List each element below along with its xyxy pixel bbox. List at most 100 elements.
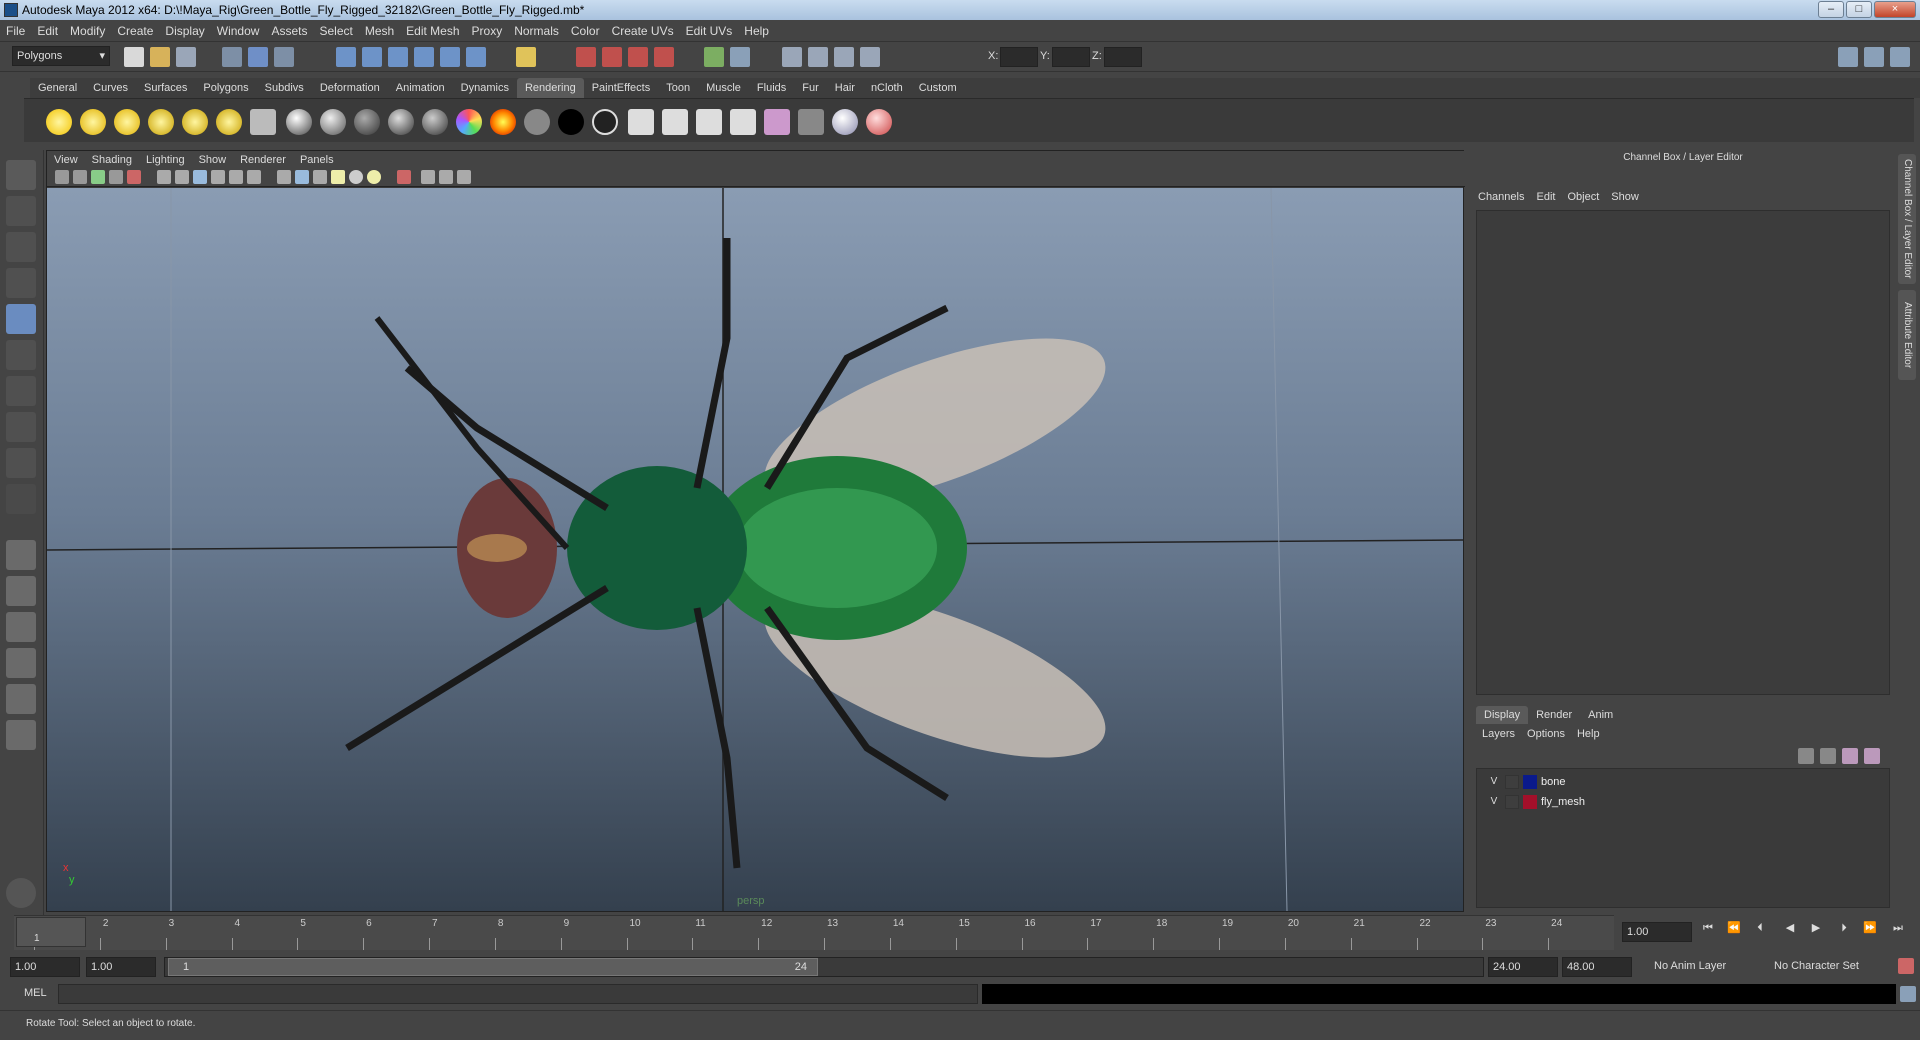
shelf-tab-polygons[interactable]: Polygons	[195, 78, 256, 98]
shelf-tab-toon[interactable]: Toon	[658, 78, 698, 98]
vp-menu-shading[interactable]: Shading	[85, 151, 139, 169]
wireframe-icon[interactable]	[157, 170, 171, 184]
camera-attributes-icon[interactable]	[73, 170, 87, 184]
shelf-tab-fur[interactable]: Fur	[794, 78, 827, 98]
safe-title-icon[interactable]	[457, 170, 471, 184]
step-back-key-icon[interactable]: ⏪	[1726, 921, 1742, 935]
shelf-tab-deformation[interactable]: Deformation	[312, 78, 388, 98]
isolate-select-icon[interactable]	[277, 170, 291, 184]
quick-layout-icon[interactable]	[6, 878, 36, 908]
spot-light-icon[interactable]	[148, 109, 174, 135]
bookmark-icon[interactable]	[91, 170, 105, 184]
menu-edit-mesh[interactable]: Edit Mesh	[400, 20, 465, 42]
safe-action-icon[interactable]	[439, 170, 453, 184]
motion-blur-icon[interactable]	[367, 170, 381, 184]
universal-manipulator-icon[interactable]	[6, 376, 36, 406]
le-menu-options[interactable]: Options	[1521, 725, 1571, 743]
phong-material-icon[interactable]	[388, 109, 414, 135]
scale-tool-icon[interactable]	[6, 340, 36, 370]
four-view-layout-icon[interactable]	[6, 576, 36, 606]
light-toggle-icon[interactable]	[331, 170, 345, 184]
play-backward-icon[interactable]: ◀	[1782, 921, 1798, 935]
menu-edit[interactable]: Edit	[31, 20, 64, 42]
numeric-input-icon[interactable]	[860, 47, 880, 67]
hypershade-shelf-icon[interactable]	[764, 109, 790, 135]
new-empty-layer-icon[interactable]	[1842, 748, 1858, 764]
menu-proxy[interactable]: Proxy	[466, 20, 509, 42]
z-field[interactable]	[1104, 47, 1142, 67]
shelf-tab-ncloth[interactable]: nCloth	[863, 78, 911, 98]
shelf-tab-animation[interactable]: Animation	[388, 78, 453, 98]
grid-toggle-icon[interactable]	[127, 170, 141, 184]
move-layer-up-icon[interactable]	[1798, 748, 1814, 764]
character-set-dropdown[interactable]: No Character Set	[1770, 957, 1890, 977]
script-editor-button-icon[interactable]	[1900, 986, 1916, 1002]
layer-visibility[interactable]: V	[1487, 775, 1501, 789]
layered-shader-icon[interactable]	[250, 109, 276, 135]
menu-file[interactable]: File	[0, 20, 31, 42]
menu-color[interactable]: Color	[565, 20, 606, 42]
relative-transform-icon[interactable]	[782, 47, 802, 67]
shelf-tab-custom[interactable]: Custom	[911, 78, 965, 98]
new-scene-icon[interactable]	[124, 47, 144, 67]
menu-help[interactable]: Help	[738, 20, 775, 42]
shelf-tab-fluids[interactable]: Fluids	[749, 78, 794, 98]
wireframe-on-shaded-icon[interactable]	[193, 170, 207, 184]
open-scene-icon[interactable]	[150, 47, 170, 67]
textured-icon[interactable]	[211, 170, 225, 184]
step-forward-key-icon[interactable]: ⏩	[1862, 921, 1878, 935]
menu-create[interactable]: Create	[111, 20, 159, 42]
save-scene-icon[interactable]	[176, 47, 196, 67]
menu-mesh[interactable]: Mesh	[359, 20, 400, 42]
single-perspective-layout-icon[interactable]	[6, 540, 36, 570]
vp-menu-panels[interactable]: Panels	[293, 151, 341, 169]
script-editor-icon[interactable]	[730, 47, 750, 67]
snap-curve-icon[interactable]	[362, 47, 382, 67]
select-object-icon[interactable]	[248, 47, 268, 67]
cb-menu-show[interactable]: Show	[1605, 188, 1645, 206]
current-time-marker[interactable]	[16, 917, 86, 947]
last-tool-icon[interactable]	[6, 484, 36, 514]
layer-visibility[interactable]: V	[1487, 795, 1501, 809]
show-manipulator-icon[interactable]	[6, 448, 36, 478]
layer-row[interactable]: V bone	[1477, 773, 1889, 791]
black-shader-icon[interactable]	[558, 109, 584, 135]
time-ruler[interactable]: 123456789101112131415161718192021222324	[14, 915, 1614, 950]
anim-layer-dropdown[interactable]: No Anim Layer	[1650, 957, 1760, 977]
tab-display[interactable]: Display	[1476, 706, 1529, 724]
snap-grid-icon[interactable]	[336, 47, 356, 67]
step-back-frame-icon[interactable]: ⏴	[1752, 921, 1768, 935]
blinn-material-icon[interactable]	[320, 109, 346, 135]
go-to-end-icon[interactable]: ⏭	[1890, 921, 1906, 935]
menu-window[interactable]: Window	[211, 20, 266, 42]
playback-start-field[interactable]: 1.00	[86, 957, 156, 977]
snap-view-plane-icon[interactable]	[414, 47, 434, 67]
show-channel-box-icon[interactable]	[1890, 47, 1910, 67]
shelf-tab-subdivs[interactable]: Subdivs	[257, 78, 312, 98]
cb-menu-object[interactable]: Object	[1561, 188, 1605, 206]
step-forward-frame-icon[interactable]: ⏵	[1836, 921, 1852, 935]
animation-start-field[interactable]: 1.00	[10, 957, 80, 977]
menu-assets[interactable]: Assets	[265, 20, 313, 42]
assign-material-icon[interactable]	[832, 109, 858, 135]
image-plane-icon[interactable]	[109, 170, 123, 184]
phonge-material-icon[interactable]	[422, 109, 448, 135]
shelf-tab-rendering[interactable]: Rendering	[516, 78, 584, 98]
channel-box-side-tab[interactable]: Channel Box / Layer Editor	[1898, 154, 1916, 284]
x-field[interactable]	[1000, 47, 1038, 67]
menu-edit-uvs[interactable]: Edit UVs	[680, 20, 739, 42]
absolute-transform-icon[interactable]	[808, 47, 828, 67]
select-camera-icon[interactable]	[55, 170, 69, 184]
render-settings-shelf-icon[interactable]	[696, 109, 722, 135]
ipr-render-shelf-icon[interactable]	[662, 109, 688, 135]
ambient-light-icon[interactable]	[46, 109, 72, 135]
rotate-tool-icon[interactable]	[6, 304, 36, 334]
ocean-shader-icon[interactable]	[592, 109, 618, 135]
hypershade-icon[interactable]	[654, 47, 674, 67]
go-to-start-icon[interactable]: ⏮	[1700, 921, 1716, 935]
layer-type-toggle[interactable]	[1505, 775, 1519, 789]
render-view-icon[interactable]	[730, 109, 756, 135]
menu-normals[interactable]: Normals	[508, 20, 565, 42]
history-icon[interactable]	[466, 47, 486, 67]
hypershade-persp-layout-icon[interactable]	[6, 684, 36, 714]
